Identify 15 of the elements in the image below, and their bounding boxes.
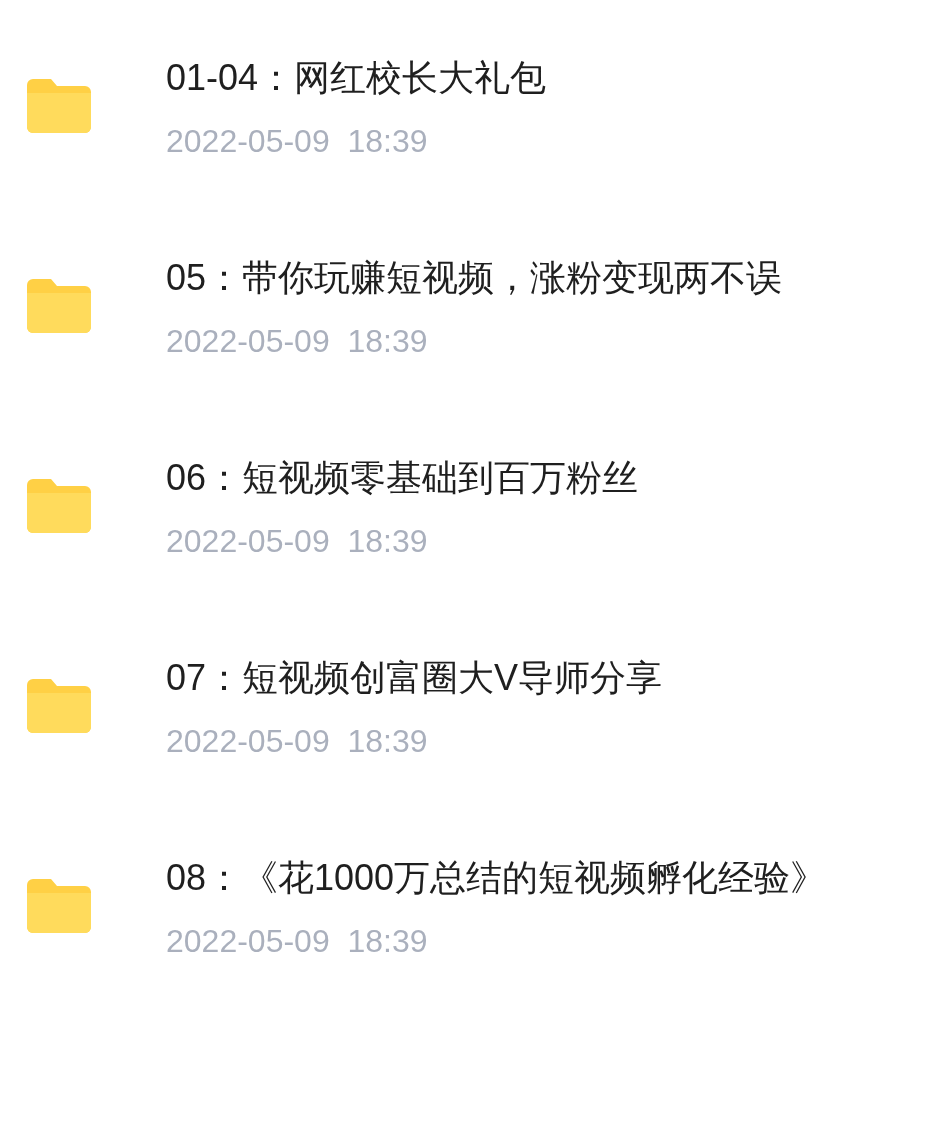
folder-name[interactable]: 08：《花1000万总结的短视频孵化经验》: [166, 849, 866, 907]
folder-icon: [27, 879, 91, 933]
folder-name[interactable]: 05：带你玩赚短视频，涨粉变现两不误: [166, 249, 866, 307]
modified-date: 2022-05-09 18:39: [166, 522, 429, 561]
folder-icon: [27, 679, 91, 733]
modified-date: 2022-05-09 18:39: [166, 722, 429, 761]
modified-date: 2022-05-09 18:39: [166, 922, 429, 961]
folder-icon: [27, 479, 91, 533]
folder-name[interactable]: 06：短视频零基础到百万粉丝: [166, 449, 866, 507]
folder-icon: [27, 279, 91, 333]
folder-name[interactable]: 01-04：网红校长大礼包: [166, 49, 866, 107]
modified-date: 2022-05-09 18:39: [166, 122, 429, 161]
modified-date: 2022-05-09 18:39: [166, 322, 429, 361]
folder-name[interactable]: 07：短视频创富圈大V导师分享: [166, 649, 866, 707]
folder-icon: [27, 79, 91, 133]
